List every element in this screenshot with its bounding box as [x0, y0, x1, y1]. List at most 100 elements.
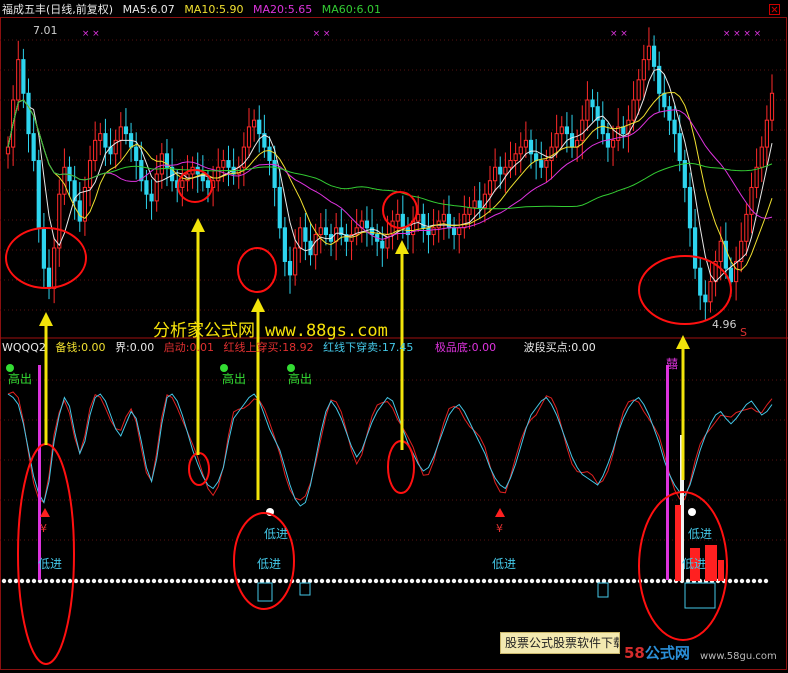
- price-high-label: 7.01: [33, 24, 58, 37]
- candle-body: [246, 126, 252, 148]
- top-x-marker: ×: [92, 29, 100, 39]
- candle-body: [569, 133, 575, 148]
- candle-body: [380, 240, 385, 249]
- baseline-dot: [127, 578, 133, 584]
- di-jin-label-1: 低进: [38, 557, 63, 571]
- baseline-dot: [751, 578, 757, 584]
- baseline-dot: [79, 578, 85, 584]
- cyan-step: [299, 582, 311, 596]
- yellow-arrow-head: [39, 312, 53, 326]
- baseline-dot: [337, 578, 343, 584]
- highlight-ellipse: [17, 443, 75, 665]
- baseline-dot: [571, 578, 577, 584]
- osc-cyan-line: [7, 393, 773, 507]
- download-banner[interactable]: 股票公式股票软件下载: [500, 632, 620, 654]
- baseline-dot: [91, 578, 97, 584]
- candle-body: [318, 227, 323, 236]
- baseline-dot: [19, 578, 25, 584]
- volume-bar: [705, 545, 717, 581]
- indicator-name: WQQQ2: [2, 341, 46, 354]
- gao-chu-label-3: 高出: [288, 372, 313, 386]
- candle-body: [539, 160, 544, 168]
- baseline-dot: [541, 578, 547, 584]
- candle-body: [31, 133, 36, 162]
- baseline-dot: [169, 578, 175, 584]
- candle-body: [703, 294, 708, 303]
- candle-body: [503, 166, 508, 175]
- baseline-dot: [133, 578, 139, 584]
- baseline-dot: [193, 578, 199, 584]
- top-x-marker: ×: [620, 29, 628, 39]
- stock-chart-window: × × × × × × × × × × 福成五丰(日线,前复权) MA5:6.07 MA10:5.…: [0, 0, 788, 673]
- highlight-ellipse: [237, 247, 277, 293]
- candle-body: [759, 146, 764, 168]
- red-line-up-value: 红线上穿买:18.92: [223, 341, 314, 354]
- candle-body: [523, 139, 528, 148]
- candle-body: [462, 213, 467, 229]
- close-icon[interactable]: [769, 4, 780, 15]
- candle-body: [513, 153, 518, 162]
- baseline-dot: [121, 578, 127, 584]
- baseline-dot: [757, 578, 763, 584]
- jie-value: 界:0.00: [115, 341, 155, 354]
- candle-body: [16, 59, 21, 101]
- candle-body: [636, 79, 641, 101]
- top-x-marker: ×: [610, 29, 618, 39]
- baseline-dot: [463, 578, 469, 584]
- candle-body: [226, 160, 231, 168]
- candle-body: [52, 247, 57, 289]
- baseline-dot: [517, 578, 523, 584]
- indicator-header: WQQQ2 备钱:0.00 界:0.00 启动:0.01 红线上穿买:18.92…: [2, 341, 602, 355]
- baseline-dot: [559, 578, 565, 584]
- di-jin-label-4: 低进: [492, 557, 517, 571]
- baseline-dot: [589, 578, 595, 584]
- candle-body: [698, 267, 703, 296]
- candle-body: [134, 146, 139, 162]
- ma10-label: MA10:5.90: [184, 3, 244, 16]
- candle-body: [662, 92, 667, 108]
- highlight-ellipse: [188, 452, 210, 486]
- candle-body: [610, 139, 616, 148]
- qi-dong-value: 启动:0.01: [163, 341, 214, 354]
- candle-body: [62, 166, 67, 195]
- baseline-dot: [163, 578, 169, 584]
- candle-body: [651, 45, 657, 67]
- baseline-dot: [7, 578, 13, 584]
- candle-body: [87, 160, 93, 188]
- candle-body: [641, 59, 646, 81]
- candle-body: [769, 92, 775, 121]
- baseline-dot: [319, 578, 325, 584]
- baseline-dot: [217, 578, 223, 584]
- baseline-dot: [433, 578, 439, 584]
- baseline-dot: [151, 578, 157, 584]
- baseline-dot: [445, 578, 451, 584]
- top-x-marker: ×: [723, 29, 731, 39]
- candle-body: [734, 260, 739, 283]
- brand-logo: 58公式网: [624, 642, 690, 663]
- baseline-dot: [565, 578, 571, 584]
- baseline-dot: [31, 578, 37, 584]
- highlight-ellipse: [382, 191, 418, 229]
- top-x-marker: ×: [313, 29, 321, 39]
- highlight-ellipse: [5, 227, 87, 289]
- candle-body: [451, 227, 457, 236]
- candle-body: [687, 186, 693, 229]
- xi-mark: 囍: [666, 357, 679, 371]
- candle-body: [708, 281, 713, 303]
- cyan-step: [684, 582, 716, 609]
- top-x-marker: ×: [743, 29, 751, 39]
- baseline-dot: [583, 578, 589, 584]
- cyan-step: [257, 582, 273, 602]
- baseline-dot: [325, 578, 331, 584]
- candle-body: [431, 227, 436, 236]
- baseline-dot: [523, 578, 529, 584]
- baseline-dot: [43, 578, 49, 584]
- candle-body: [257, 119, 262, 135]
- candle-body: [580, 119, 585, 141]
- bo-duan-value: 波段买点:0.00: [523, 341, 596, 354]
- baseline-dot: [229, 578, 235, 584]
- baseline-dot: [223, 578, 229, 584]
- volume-bar: [675, 505, 681, 581]
- baseline-dot: [397, 578, 403, 584]
- baseline-dot: [85, 578, 91, 584]
